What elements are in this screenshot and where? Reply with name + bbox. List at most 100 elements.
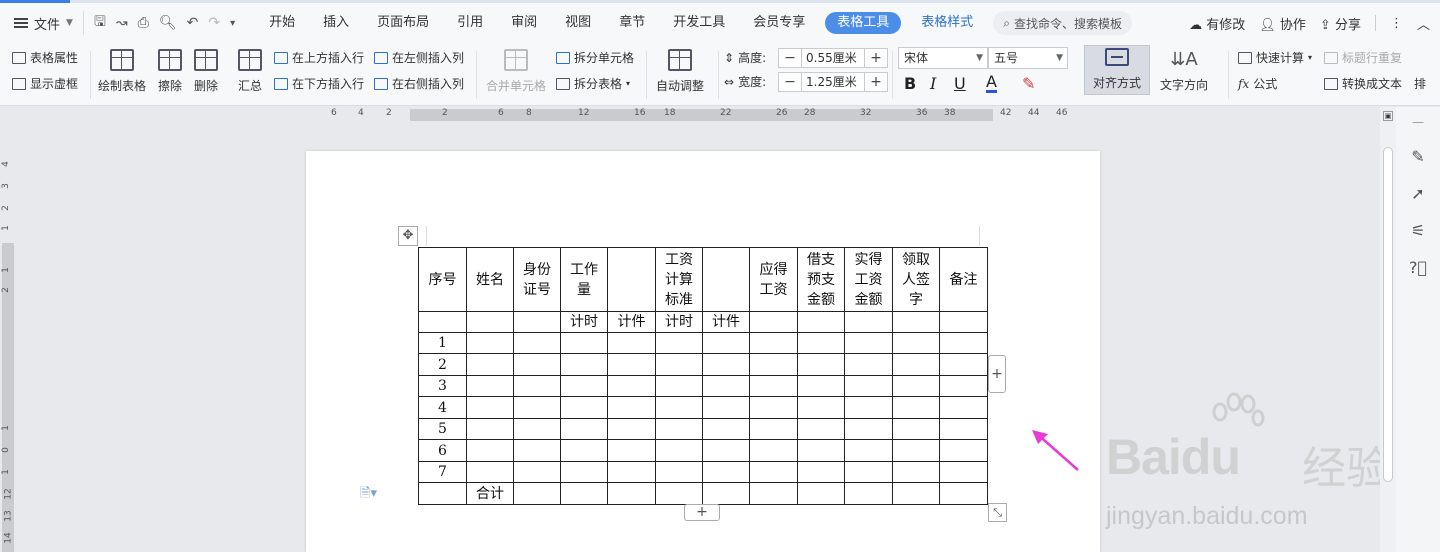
merge-cells-button[interactable]: 合并单元格 <box>486 49 546 94</box>
table-cell[interactable] <box>513 353 561 376</box>
tab-layout[interactable]: 页面布局 <box>363 3 443 43</box>
horizontal-ruler[interactable]: 6 4 2 2 6 8 12 16 18 22 26 28 32 36 38 4… <box>0 107 1380 123</box>
table-cell[interactable] <box>607 375 656 397</box>
table-cell[interactable] <box>892 418 940 440</box>
table-cell[interactable] <box>655 418 703 440</box>
table-cell[interactable] <box>655 396 703 419</box>
table-cell[interactable] <box>513 396 561 419</box>
split-table-button[interactable]: 拆分表格 ▾ <box>556 75 630 92</box>
table-cell[interactable] <box>797 332 845 354</box>
table-cell[interactable] <box>607 396 656 419</box>
table-cell[interactable] <box>844 353 893 376</box>
command-search[interactable]: ⌕ 查找命令、搜索模板 <box>993 11 1133 35</box>
table-cell[interactable] <box>607 461 656 483</box>
table-cell[interactable] <box>892 396 940 419</box>
italic-icon[interactable]: I <box>930 74 936 93</box>
table-cell[interactable] <box>939 311 988 333</box>
font-color-icon[interactable]: A <box>986 74 997 93</box>
height-stepper[interactable]: − 0.55厘米 + <box>778 48 888 68</box>
table-cell[interactable] <box>797 353 845 376</box>
table-cell[interactable] <box>939 482 988 505</box>
table-move-icon[interactable]: ✥ <box>398 226 418 246</box>
header-seq[interactable]: 序号 <box>418 247 467 312</box>
table-cell[interactable] <box>513 439 561 462</box>
table-cell[interactable] <box>844 482 893 505</box>
table-cell[interactable] <box>749 375 798 397</box>
table-cell[interactable] <box>939 332 988 354</box>
table-cell[interactable] <box>607 353 656 376</box>
add-column-button[interactable]: + <box>988 355 1006 393</box>
table-cell[interactable] <box>466 418 514 440</box>
row-number[interactable]: 5 <box>418 418 467 440</box>
row-number[interactable]: 3 <box>418 375 467 397</box>
table-cell[interactable] <box>655 332 703 354</box>
header-due[interactable]: 应得工资 <box>749 247 798 312</box>
table-cell[interactable] <box>892 311 940 333</box>
tab-table-tools[interactable]: 表格工具 <box>825 12 902 34</box>
row-number[interactable]: 1 <box>418 332 467 354</box>
erase-button[interactable]: 擦除 <box>158 49 182 94</box>
redo-icon[interactable]: ↷ <box>208 15 220 31</box>
table-cell[interactable] <box>749 482 798 505</box>
table-cell[interactable] <box>939 439 988 462</box>
highlight-icon[interactable]: ✎ <box>1022 74 1035 93</box>
vertical-ruler[interactable]: 4 3 2 1 1 2 1 0 1 12 13 14 <box>0 123 16 552</box>
table-cell[interactable] <box>749 418 798 440</box>
header-work[interactable]: 工作量 <box>560 247 608 312</box>
table-cell[interactable] <box>466 332 514 354</box>
plus-icon[interactable]: + <box>865 73 887 91</box>
font-size-select[interactable]: 五号 ▼ <box>988 47 1068 69</box>
table-cell[interactable] <box>702 482 750 505</box>
table-cell[interactable] <box>607 482 656 505</box>
table-cell[interactable] <box>560 461 608 483</box>
table-cell[interactable] <box>466 375 514 397</box>
table-cell[interactable] <box>749 439 798 462</box>
header-advance[interactable]: 借支预支金额 <box>797 247 845 312</box>
row-number[interactable]: 7 <box>418 461 467 483</box>
document-icon[interactable]: 🗎▾ <box>360 484 377 506</box>
table-cell[interactable] <box>749 311 798 333</box>
table-cell[interactable] <box>749 332 798 354</box>
table-cell[interactable] <box>749 461 798 483</box>
changes-button[interactable]: ☁ 有修改 <box>1189 14 1245 33</box>
tab-developer[interactable]: 开发工具 <box>659 3 739 43</box>
table-cell[interactable] <box>513 482 561 505</box>
table-cell[interactable] <box>560 396 608 419</box>
table-cell[interactable] <box>655 375 703 397</box>
tab-view[interactable]: 视图 <box>551 3 605 43</box>
table-cell[interactable] <box>513 418 561 440</box>
table-cell[interactable] <box>702 461 750 483</box>
table-cell[interactable] <box>749 396 798 419</box>
table-cell[interactable] <box>655 461 703 483</box>
table-cell[interactable] <box>844 439 893 462</box>
row-number[interactable]: 2 <box>418 353 467 376</box>
summary-button[interactable]: 汇总 <box>238 49 262 94</box>
row-number[interactable]: 6 <box>418 439 467 462</box>
table-cell[interactable] <box>797 461 845 483</box>
table-cell[interactable] <box>607 439 656 462</box>
table-cell[interactable] <box>797 396 845 419</box>
table-cell[interactable] <box>560 353 608 376</box>
sub-time-1[interactable]: 计时 <box>560 311 608 333</box>
table-cell[interactable] <box>560 482 608 505</box>
file-menu[interactable]: 文件 ▼ <box>0 3 83 43</box>
header-empty[interactable] <box>607 247 656 312</box>
table-props-button[interactable]: 表格属性 <box>12 49 78 66</box>
table-cell[interactable] <box>939 418 988 440</box>
sub-piece-2[interactable]: 计件 <box>702 311 750 333</box>
table-cell[interactable] <box>892 375 940 397</box>
table-cell[interactable] <box>939 353 988 376</box>
table-cell[interactable] <box>939 375 988 397</box>
formula-button[interactable]: fx 公式 <box>1238 75 1277 92</box>
table-cell[interactable] <box>655 439 703 462</box>
table-cell[interactable] <box>466 311 514 333</box>
print-icon[interactable]: ⎙ <box>138 15 149 31</box>
table-cell[interactable] <box>702 439 750 462</box>
underline-icon[interactable]: U <box>954 74 966 93</box>
table-cell[interactable] <box>607 418 656 440</box>
table-cell[interactable] <box>892 461 940 483</box>
auto-fit-button[interactable]: 自动调整 <box>656 49 704 94</box>
table-cell[interactable] <box>655 353 703 376</box>
tab-review[interactable]: 审阅 <box>497 3 551 43</box>
total-label[interactable]: 合计 <box>466 482 514 505</box>
